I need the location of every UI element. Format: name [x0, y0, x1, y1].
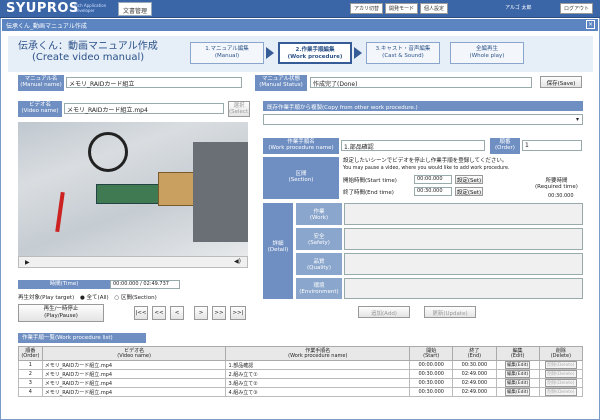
step-manual[interactable]: 1.マニュアル編集 (Manual)	[190, 42, 264, 64]
table-row[interactable]: 4 メモリ_RAIDカード組立.mp4 4.組み立て③ 00:30.000 02:49…	[18, 387, 584, 397]
radio-all[interactable]: ● 全て(All)	[80, 295, 109, 301]
app-title: 伝承くん：動画マニュアル作成 (Create video manual)	[18, 41, 158, 63]
manual-name-label: マニュアル名 (Manual name)	[18, 75, 64, 91]
update-button[interactable]: 更新(Update)	[424, 306, 476, 318]
save-button[interactable]: 保存(Save)	[540, 76, 582, 88]
detail-label: 詳細 (Detail)	[263, 203, 293, 299]
detail-safety-label: 安全 (Safety)	[296, 228, 342, 250]
detail-safety-field[interactable]	[344, 228, 583, 250]
edit-button[interactable]: 編集(Edit)	[505, 370, 531, 378]
detail-work-field[interactable]	[344, 203, 583, 225]
video-name-field[interactable]: メモリ_RAIDカード組立.mp4	[64, 103, 224, 114]
edit-button[interactable]: 編集(Edit)	[505, 361, 531, 369]
step-whole-play[interactable]: 全編再生 (Whole play)	[450, 42, 524, 64]
table-row[interactable]: 2 メモリ_RAIDカード組立.mp4 2.組み立て① 00:30.000 02:49…	[18, 369, 584, 379]
video-frame-memory	[96, 184, 166, 204]
copy-panel-header: 既存作業手順から複製(Copy from other work procedur…	[263, 101, 583, 111]
switch-button[interactable]: アカリ切替	[350, 3, 384, 14]
dev-mode-button[interactable]: 開発モード	[385, 3, 419, 14]
detail-environment-label: 環境 (Environment)	[296, 278, 342, 299]
delete-button[interactable]: 削除(Delete)	[545, 361, 577, 369]
video-frame-card	[158, 172, 194, 206]
delete-button[interactable]: 削除(Delete)	[545, 370, 577, 378]
required-time-value: 00:30.000	[548, 193, 574, 199]
logo-subtitle: Rich Application Developer	[74, 3, 107, 13]
col-end: 終了 (End)	[452, 346, 497, 361]
col-delete: 削除 (Delete)	[538, 346, 584, 361]
table-row[interactable]: 1 メモリ_RAIDカード組立.mp4 1.部品確認 00:00.000 00:30.…	[18, 360, 584, 370]
copy-select[interactable]: ▾	[263, 114, 583, 125]
end-time-field[interactable]: 00:30.000	[414, 187, 452, 196]
table-header-row: 順番 (Order) ビデオ名 (Video name) 作業手順名 (Work pr…	[18, 346, 584, 361]
edit-button[interactable]: 編集(Edit)	[505, 379, 531, 387]
time-display: 00:00.000 / 02:49.737	[110, 280, 180, 289]
time-label: 時間(Time)	[18, 280, 110, 289]
col-edit: 編集 (Edit)	[495, 346, 540, 361]
page-title-bar: 伝承くん_動画マニュアル作成 ×	[2, 19, 598, 31]
section-label: 区間 (Section)	[263, 157, 339, 199]
end-time-label: 終了時間(End time)	[343, 190, 394, 196]
detail-environment-field[interactable]	[344, 278, 583, 299]
step-arrow-icon	[266, 47, 274, 59]
set-start-button[interactable]: 設定(Set)	[455, 175, 483, 184]
seek-back-fast-button[interactable]: <<	[152, 306, 166, 320]
proc-name-label: 作業手順名 (Work procedure name)	[263, 138, 339, 154]
top-bar: SYUPROS Rich Application Developer 文書管理 …	[0, 0, 600, 18]
video-frame-background	[193, 142, 248, 242]
delete-button[interactable]: 削除(Delete)	[545, 388, 577, 396]
order-field[interactable]: 1	[522, 140, 582, 151]
video-name-label: ビデオ名 (Video name)	[18, 101, 62, 117]
procedure-table: 順番 (Order) ビデオ名 (Video name) 作業手順名 (Work pr…	[18, 346, 584, 397]
logo: SYUPROS	[6, 1, 79, 16]
play-target: 再生対象(Play target) ● 全て(All) ○ 区間(Section…	[18, 295, 157, 301]
start-time-field[interactable]: 00:00.000	[414, 175, 452, 184]
select-video-button: 選択 (Select)	[228, 101, 251, 117]
list-title: 作業手順一覧(Work procedure list)	[18, 333, 146, 343]
required-time-label: 所要時間 (Required time)	[535, 178, 578, 190]
video-frame-cable	[88, 132, 128, 172]
seek-first-button[interactable]: |<<	[134, 306, 148, 320]
step-arrow-icon	[354, 47, 362, 59]
start-time-label: 開始時間(Start time)	[343, 178, 397, 184]
play-icon[interactable]: ▶	[25, 259, 30, 266]
manual-status-label: マニュアル状態 (Manual Status)	[255, 75, 307, 91]
col-order: 順番 (Order)	[18, 346, 43, 361]
col-video: ビデオ名 (Video name)	[41, 346, 227, 361]
chevron-down-icon: ▾	[575, 116, 579, 123]
detail-work-label: 作業 (Work)	[296, 203, 342, 225]
order-label: 順番 (Order)	[490, 138, 520, 154]
volume-icon[interactable]: ◀)	[234, 258, 241, 265]
detail-quality-field[interactable]	[344, 253, 583, 275]
page-title: 伝承くん_動画マニュアル作成	[6, 23, 87, 30]
play-pause-button[interactable]: 再生/一時停止 (Play/Pause)	[18, 304, 104, 322]
edit-button[interactable]: 編集(Edit)	[505, 388, 531, 396]
close-icon[interactable]: ×	[586, 20, 595, 29]
seek-back-button[interactable]: <	[170, 306, 184, 320]
step-cast-sound[interactable]: 3.キャスト・音声編集 (Cast & Sound)	[366, 42, 440, 64]
add-button[interactable]: 追加(Add)	[358, 306, 410, 318]
seek-forward-fast-button[interactable]: >>	[212, 306, 226, 320]
radio-section[interactable]: ○ 区間(Section)	[114, 295, 156, 301]
step-work-procedure[interactable]: 2.作業手順編集 (Work procedure)	[278, 42, 352, 64]
delete-button[interactable]: 削除(Delete)	[545, 379, 577, 387]
proc-name-field[interactable]: 1.部品確認	[341, 140, 485, 151]
user-name: アルゴ 太郎	[505, 5, 532, 11]
logout-button[interactable]: ログアウト	[560, 3, 594, 14]
app-name-tab[interactable]: 文書管理	[118, 2, 153, 16]
personal-settings-button[interactable]: 個人設定	[420, 3, 449, 14]
table-row[interactable]: 3 メモリ_RAIDカード組立.mp4 3.組み立て② 00:30.000 02:49…	[18, 378, 584, 388]
col-proc: 作業手順名 (Work procedure name)	[225, 346, 411, 361]
seek-forward-button[interactable]: >	[194, 306, 208, 320]
seek-last-button[interactable]: >>|	[230, 306, 246, 320]
set-end-button[interactable]: 設定(Set)	[455, 187, 483, 196]
video-controls: ▶ ◀)	[18, 256, 248, 268]
manual-status-select[interactable]: 作成完了(Done)	[310, 77, 532, 88]
manual-name-field[interactable]: メモリ_RAIDカード組立	[66, 77, 242, 88]
section-note: 設定したいシーンでビデオを停止し作業手順を登録してください。 You may p…	[343, 158, 510, 171]
col-start: 開始 (Start)	[409, 346, 454, 361]
detail-quality-label: 品質 (Quality)	[296, 253, 342, 275]
video-player[interactable]	[18, 122, 248, 256]
video-frame-screwdriver	[55, 191, 65, 233]
